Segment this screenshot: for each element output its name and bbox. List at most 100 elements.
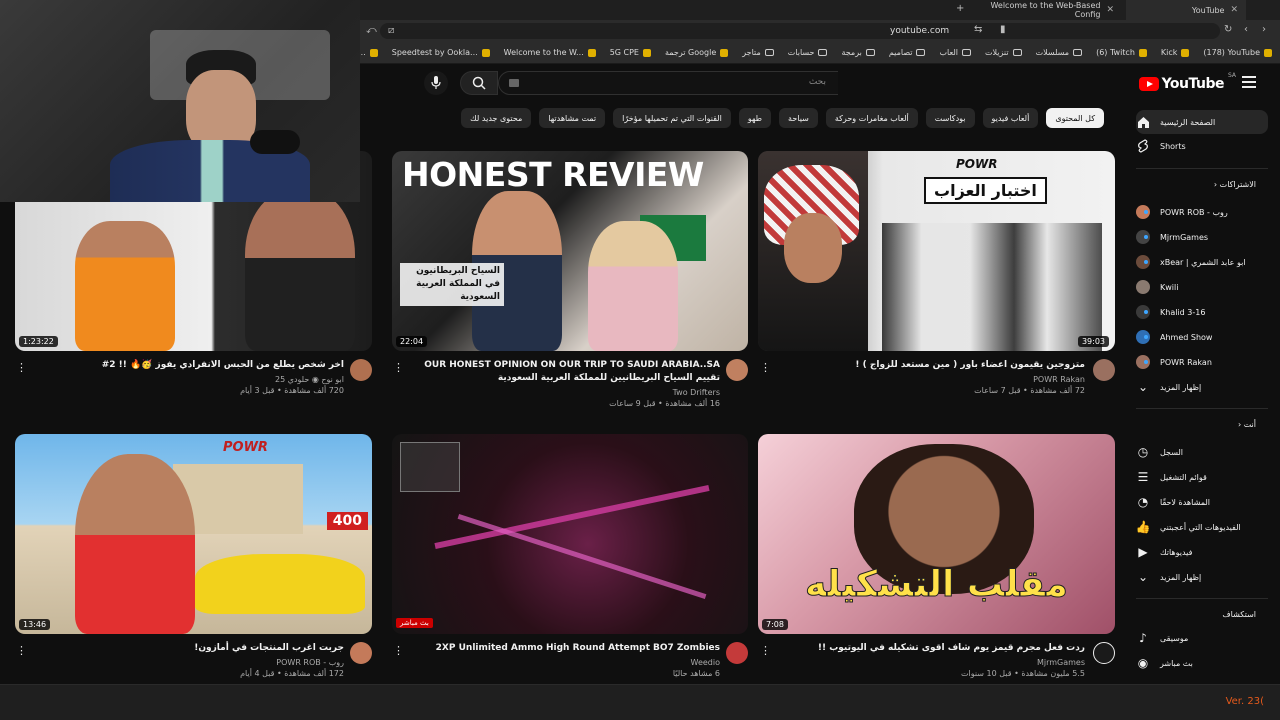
more-actions-icon[interactable]: ⋮: [16, 362, 27, 373]
video-title[interactable]: ردت فعل مجرم قيمز يوم شاف اقوى تشكيله في…: [790, 642, 1085, 655]
bookmark-item[interactable]: تصاميم: [889, 48, 926, 57]
menu-icon[interactable]: [1242, 76, 1256, 88]
voice-search-button[interactable]: [424, 71, 448, 95]
video-thumbnail[interactable]: HONEST REVIEW السياح البريطانيون في المم…: [392, 151, 748, 351]
sidebar-you-item[interactable]: ⌄ إظهار المزيد: [1136, 565, 1268, 589]
reload-icon[interactable]: ↻: [1224, 24, 1232, 35]
video-title[interactable]: OUR HONEST OPINION ON OUR TRIP TO SAUDI …: [414, 359, 720, 385]
video-title[interactable]: جربت اغرب المنتجات في أمازون!: [40, 642, 344, 655]
channel-avatar[interactable]: [1093, 642, 1115, 664]
address-bar[interactable]: [380, 23, 1220, 39]
video-title[interactable]: متزوجين يقيمون اعضاء باور ( مين مستعد لل…: [790, 359, 1085, 372]
new-tab-icon[interactable]: +: [956, 3, 964, 14]
bookmark-item[interactable]: 5G CPE: [610, 48, 651, 57]
video-thumbnail[interactable]: POWR 400 13:46: [15, 434, 372, 634]
sidebar-you-item[interactable]: ▶ فيديوهاتك: [1136, 540, 1268, 564]
channel-name[interactable]: Weedio: [414, 658, 720, 667]
channel-avatar[interactable]: [1093, 359, 1115, 381]
sidebar-subscription-item[interactable]: MjrmGames: [1136, 225, 1268, 249]
bookmark-item[interactable]: متاجر: [742, 48, 774, 57]
sidebar-you-item[interactable]: ◷ السجل: [1136, 440, 1268, 464]
site-settings-icon[interactable]: ⇆: [974, 24, 982, 35]
video-title[interactable]: 2XP Unlimited Ammo High Round Attempt BO…: [414, 642, 720, 655]
screenshot-icon[interactable]: ⧄: [388, 25, 394, 36]
channel-name[interactable]: روب - POWR ROB: [40, 658, 344, 667]
filter-chip[interactable]: كل المحتوى: [1046, 108, 1104, 128]
sidebar-you-item[interactable]: 👍 الفيديوهات التي أعجبتني: [1136, 515, 1268, 539]
subscriptions-title: الاشتراكات: [1219, 180, 1256, 189]
filter-chip[interactable]: محتوى جديد لك: [461, 108, 532, 128]
sidebar-subscription-item[interactable]: ابو عابد الشمري | xBear: [1136, 250, 1268, 274]
close-tab-icon[interactable]: ✕: [1230, 5, 1238, 15]
sidebar-item-home[interactable]: الصفحة الرئيسية: [1136, 110, 1268, 134]
filter-chip[interactable]: طهو: [738, 108, 772, 128]
sidebar-explore-item[interactable]: ◉ بث مباشر: [1136, 651, 1268, 675]
more-actions-icon[interactable]: ⋮: [393, 645, 404, 656]
bookmark-item[interactable]: تنزيلات: [985, 48, 1022, 57]
bookmark-item[interactable]: برمجة: [841, 48, 875, 57]
sidebar-subscription-item[interactable]: Kwili: [1136, 275, 1268, 299]
site-favicon-icon: [587, 48, 596, 57]
bookmark-icon[interactable]: ▮: [1000, 24, 1006, 35]
playlist-icon: ☰: [1137, 470, 1149, 484]
filter-chip[interactable]: ألعاب فيديو: [982, 108, 1039, 128]
channel-name[interactable]: Two Drifters: [414, 388, 720, 397]
video-duration: 1:23:22: [19, 336, 58, 347]
more-actions-icon[interactable]: ⋮: [760, 645, 771, 656]
bookmark-item[interactable]: مسلسلات: [1036, 48, 1083, 57]
back-icon[interactable]: ‹: [1244, 24, 1248, 35]
sidebar-explore-item[interactable]: ♪ موسيقى: [1136, 626, 1268, 650]
sidebar-subscription-item[interactable]: Ahmed Show: [1136, 325, 1268, 349]
sidebar-subscription-item[interactable]: POWR Rakan: [1136, 350, 1268, 374]
sidebar-you-item[interactable]: ☰ قوائم التشغيل: [1136, 465, 1268, 489]
video-stats: 72 ألف مشاهدة • قبل 7 ساعات: [974, 386, 1085, 395]
video-title[interactable]: اخر شخص يطلع من الحبس الانفرادي يفوز 🥳🔥 …: [40, 359, 344, 372]
more-actions-icon[interactable]: ⋮: [760, 362, 771, 373]
forward-icon[interactable]: ›: [1262, 24, 1266, 35]
subscriptions-heading[interactable]: الاشتراكات ‹: [1214, 180, 1256, 189]
keyboard-icon[interactable]: [509, 79, 519, 87]
you-heading[interactable]: أنت ‹: [1238, 420, 1256, 429]
bookmark-item[interactable]: (6) Twitch: [1096, 48, 1147, 57]
video-thumbnail[interactable]: بث مباشر: [392, 434, 748, 634]
channel-avatar[interactable]: [350, 642, 372, 664]
bookmark-item[interactable]: ترجمة Google: [665, 48, 729, 57]
sidebar-item-label: MjrmGames: [1160, 232, 1209, 242]
more-actions-icon[interactable]: ⋮: [393, 362, 404, 373]
more-actions-icon[interactable]: ⋮: [16, 645, 27, 656]
channel-name[interactable]: MjrmGames: [790, 658, 1085, 667]
channel-avatar[interactable]: [726, 359, 748, 381]
channel-avatar[interactable]: [350, 359, 372, 381]
like-icon: 👍: [1135, 520, 1151, 534]
channel-name[interactable]: POWR Rakan: [790, 375, 1085, 384]
sidebar-item-shorts[interactable]: Shorts: [1136, 134, 1268, 158]
sidebar-subscription-item[interactable]: روب - POWR ROB: [1136, 200, 1268, 224]
channel-name[interactable]: ابو نوح ◉ حلودي 25: [40, 375, 344, 384]
filter-chip[interactable]: تمت مشاهدتها: [539, 108, 606, 128]
bookmark-label: تنزيلات: [984, 48, 1009, 57]
sidebar-show-more[interactable]: ⌄ إظهار المزيد: [1136, 375, 1268, 399]
sidebar-subscription-item[interactable]: Khalid 3-16: [1136, 300, 1268, 324]
tab-web-config[interactable]: ✕ Welcome to the Web-Based Config: [972, 0, 1122, 20]
channel-avatar[interactable]: [726, 642, 748, 664]
bookmark-item[interactable]: حسابات: [788, 48, 828, 57]
video-thumbnail[interactable]: مقلب التشكيله 7:08: [758, 434, 1115, 634]
video-thumbnail[interactable]: اختبار العزاب POWR 39:03: [758, 151, 1115, 351]
share-icon[interactable]: ⤺: [366, 25, 377, 36]
bookmark-item[interactable]: Speedtest by Ookla...: [392, 48, 490, 57]
bookmark-item[interactable]: العاب: [939, 48, 971, 57]
sidebar-you-item[interactable]: ◔ المشاهدة لاحقًا: [1136, 490, 1268, 514]
close-tab-icon[interactable]: ✕: [1106, 5, 1114, 15]
youtube-logo[interactable]: YouTube SA: [1138, 72, 1236, 92]
bookmark-item[interactable]: Kick: [1161, 48, 1190, 57]
tab-youtube[interactable]: ✕ YouTube: [1126, 0, 1246, 20]
bookmark-item[interactable]: (178) YouTube: [1203, 48, 1272, 57]
filter-chip[interactable]: ألعاب مغامرات وحركة: [825, 108, 918, 128]
filter-chip[interactable]: سياحة: [779, 108, 818, 128]
filter-chip[interactable]: بودكاست: [925, 108, 975, 128]
bookmark-item[interactable]: Welcome to the W...: [504, 48, 596, 57]
search-input[interactable]: بحث: [498, 71, 838, 95]
search-button[interactable]: [460, 71, 498, 95]
webcam-overlay: [0, 0, 360, 202]
filter-chip[interactable]: القنوات التي تم تحميلها مؤخرًا: [613, 108, 731, 128]
